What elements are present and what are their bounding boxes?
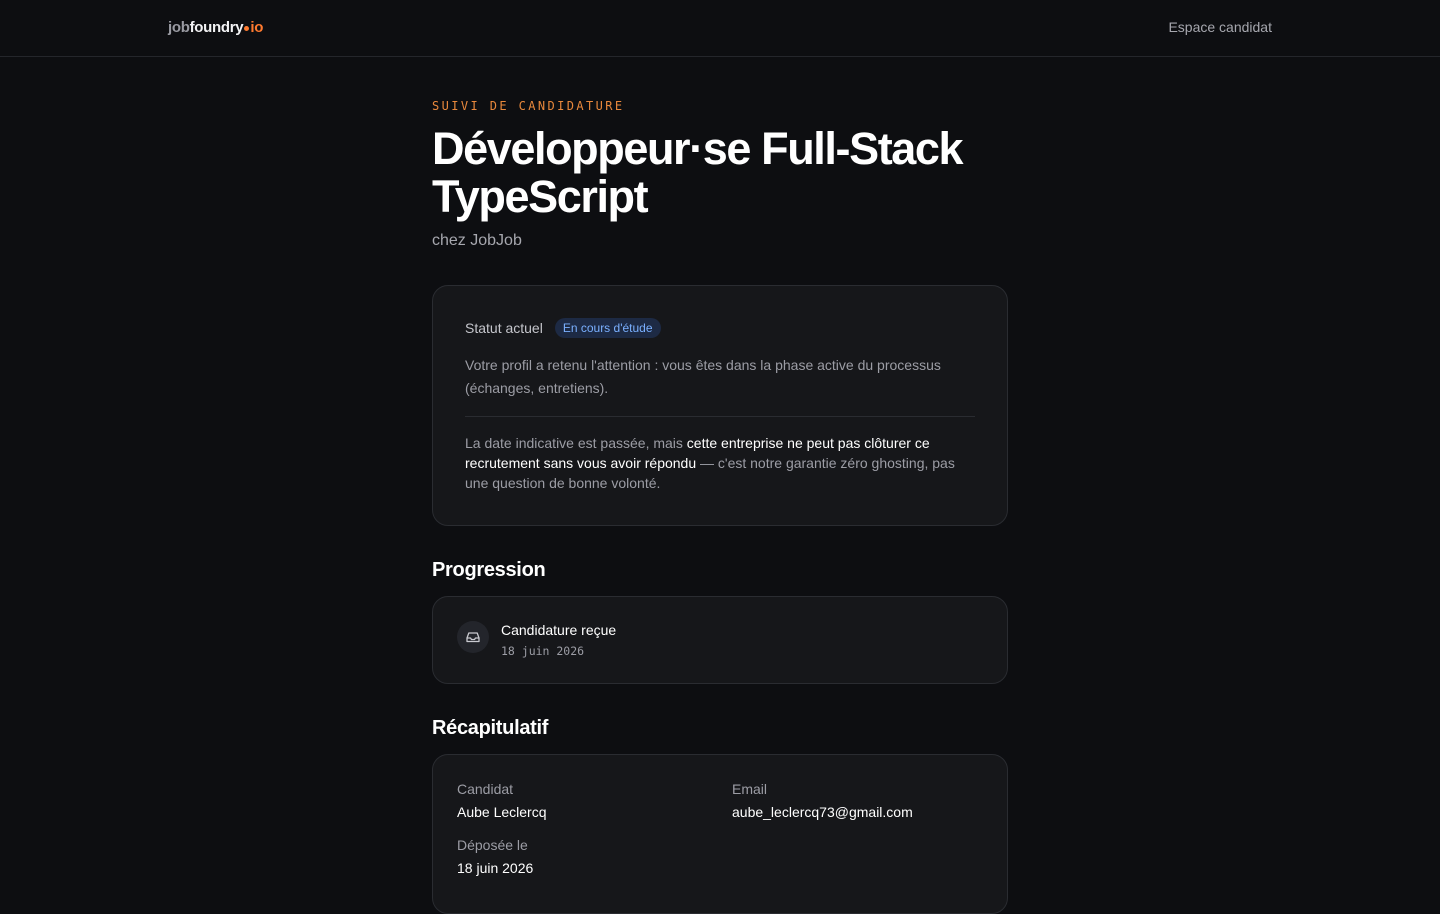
- top-bar: job foundry io Espace candidat: [0, 0, 1440, 57]
- recap-card: Candidat Aube Leclercq Email aube_lecler…: [432, 754, 1008, 914]
- candidate-space-link[interactable]: Espace candidat: [1168, 19, 1272, 35]
- submitted-label: Déposée le: [457, 837, 528, 853]
- step-label: Candidature reçue: [501, 622, 617, 638]
- logo-part-io: io: [250, 19, 264, 36]
- inbox-icon: [457, 621, 489, 653]
- company-name: chez JobJob: [432, 232, 522, 249]
- logo-dot: [244, 26, 250, 31]
- guarantee-note: La date indicative est passée, mais cett…: [465, 433, 977, 493]
- status-description: Votre profil a retenu l'attention : vous…: [465, 357, 941, 396]
- email-value: aube_leclercq73@gmail.com: [732, 804, 913, 820]
- recap-title: Récapitulatif: [432, 717, 549, 739]
- candidate-field: Candidat Aube Leclercq: [457, 781, 547, 820]
- candidate-value: Aube Leclercq: [457, 804, 547, 820]
- status-badge: En cours d'étude: [554, 318, 661, 338]
- step-date: 18 juin 2026: [501, 644, 585, 658]
- status-card: Statut actuel En cours d'étude Votre pro…: [432, 285, 1008, 526]
- progress-card: Candidature reçue 18 juin 2026: [432, 596, 1008, 684]
- logo-part-job: job: [168, 19, 190, 36]
- submitted-value: 18 juin 2026: [457, 860, 534, 876]
- page-eyebrow: SUIVI DE CANDIDATURE: [432, 99, 625, 113]
- job-title: Développeur·se Full-Stack TypeScript: [432, 123, 964, 222]
- guarantee-pre: La date indicative est passée, mais: [465, 435, 687, 451]
- status-row: Statut actuel En cours d'étude: [465, 318, 661, 338]
- divider: [465, 416, 975, 417]
- submitted-field: Déposée le 18 juin 2026: [457, 837, 533, 876]
- logo-part-foundry: foundry: [189, 19, 244, 36]
- progress-title: Progression: [432, 559, 546, 581]
- logo[interactable]: job foundry io: [168, 19, 263, 36]
- email-label: Email: [732, 781, 768, 797]
- candidate-label: Candidat: [457, 781, 514, 797]
- email-field: Email aube_leclercq73@gmail.com: [732, 781, 913, 820]
- status-label: Statut actuel: [465, 320, 543, 336]
